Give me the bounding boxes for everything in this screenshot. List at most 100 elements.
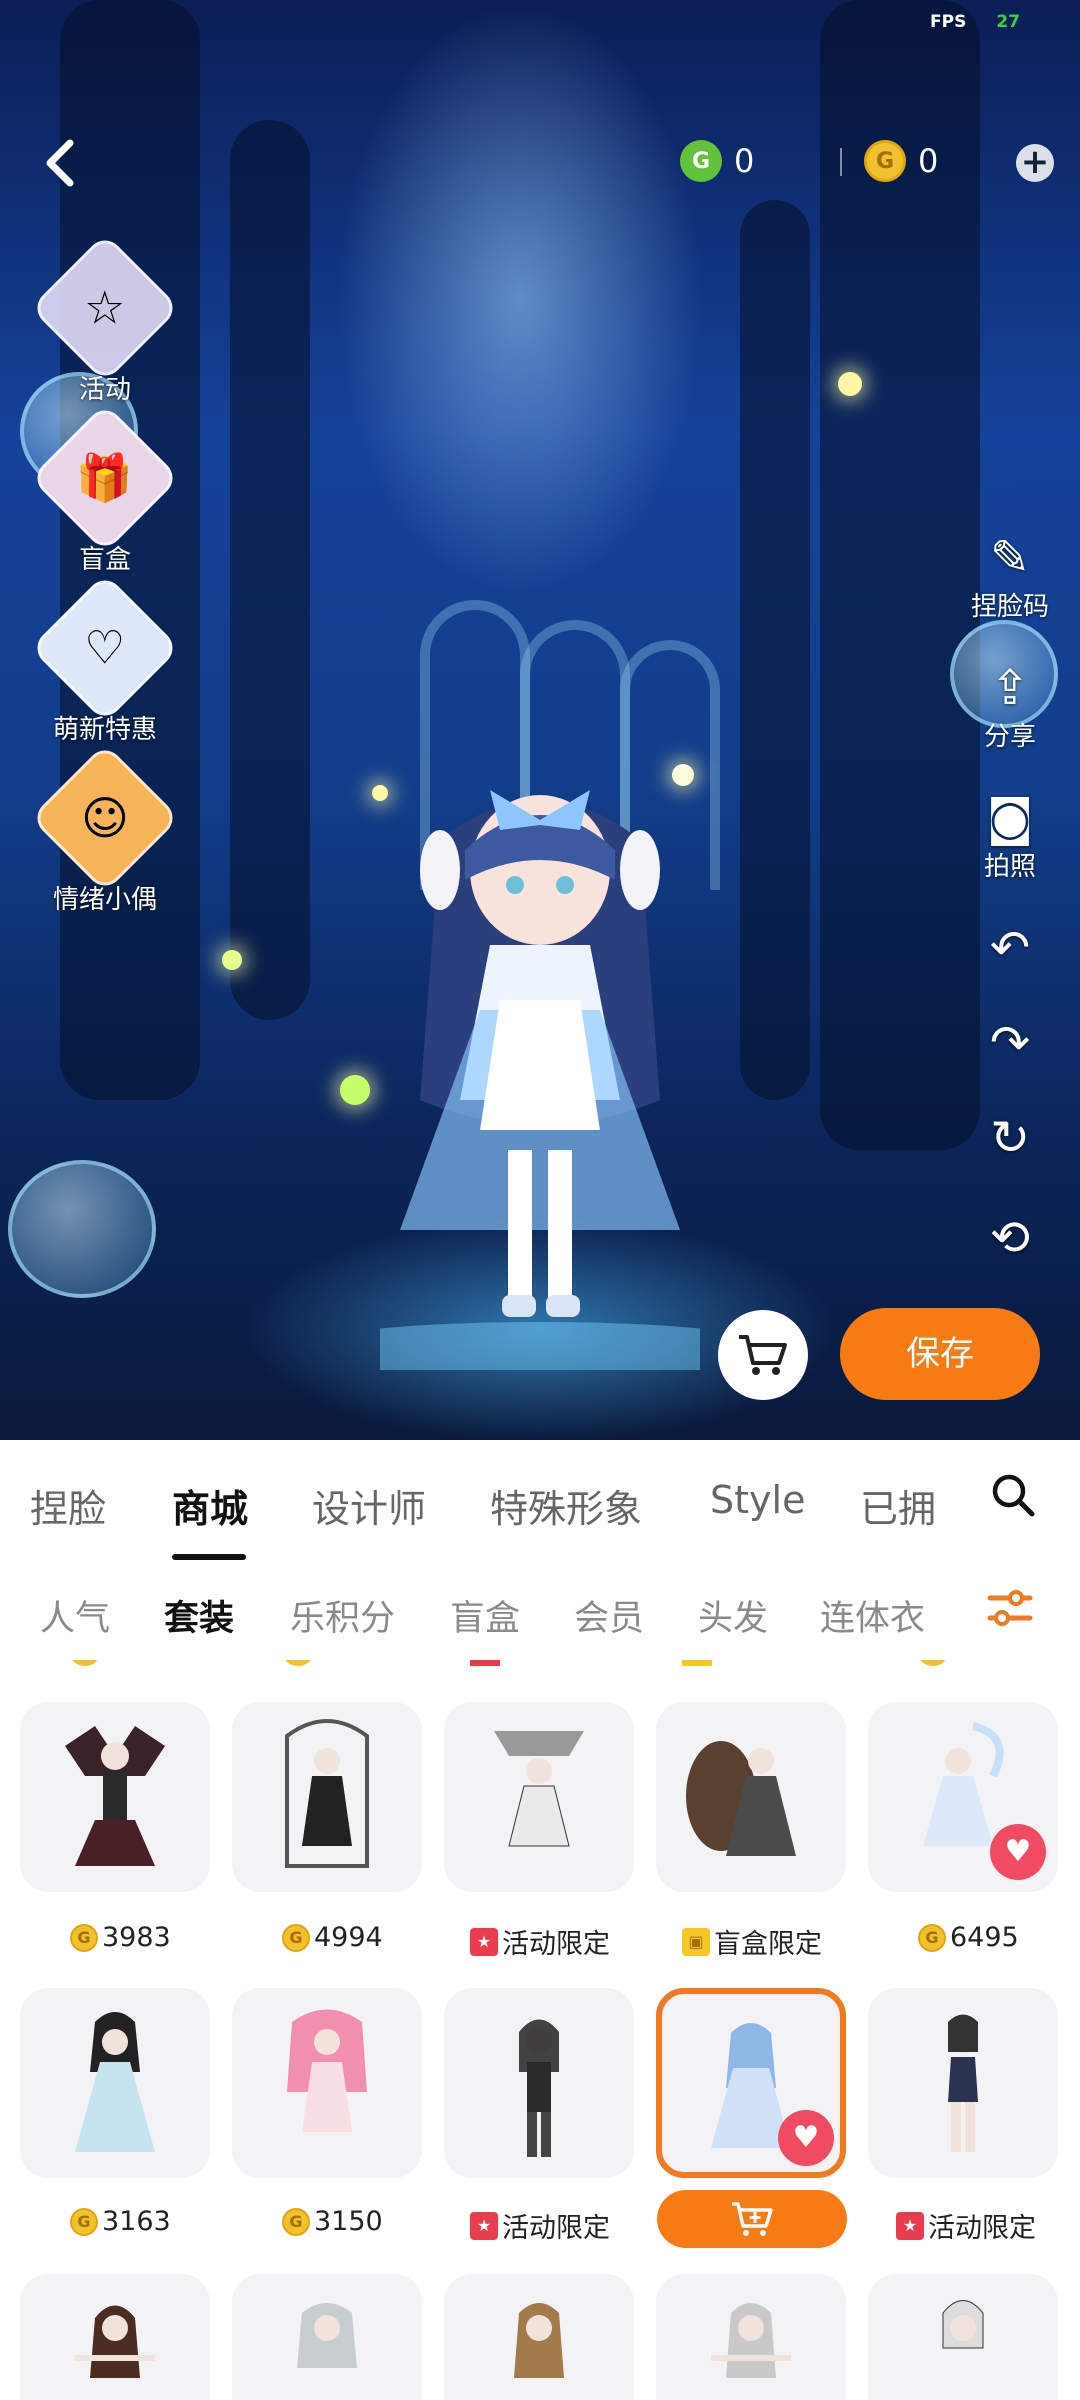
undo-button[interactable]: ↶ [960, 920, 1060, 976]
outfit-figure [494, 1731, 584, 1847]
heart-icon[interactable]: ♥ [778, 2110, 834, 2166]
tab-designer[interactable]: 设计师 [312, 1478, 426, 1533]
item-card[interactable] [20, 2274, 210, 2400]
save-button[interactable]: 保存 [840, 1308, 1040, 1400]
filter-icon[interactable] [986, 1584, 1034, 1632]
price-value: 盲盒限定 [714, 1929, 822, 1960]
gold-coin-icon: G [70, 1923, 98, 1952]
price-value: 活动限定 [928, 2213, 1036, 2244]
item-card[interactable] [656, 1702, 846, 1892]
item-card[interactable] [656, 2274, 846, 2400]
reset-button[interactable]: ⟲ [960, 1210, 1060, 1266]
outfit-figure [948, 2014, 978, 2152]
gold-coin-icon: G [70, 2207, 98, 2236]
subtab-popular[interactable]: 人气 [40, 1590, 110, 1641]
price-value: 4994 [314, 1922, 383, 1953]
item-card-selected[interactable]: ♥ [656, 1988, 846, 2178]
star-badge-icon: ☆ [30, 233, 180, 383]
add-to-cart-button[interactable] [657, 2190, 847, 2248]
outfit-figure [711, 2303, 791, 2378]
menu-newbie-deal[interactable]: ♡ 萌新特惠 [30, 573, 180, 746]
item-card[interactable] [444, 1702, 634, 1892]
blindbox-tag-icon: ▣ [682, 1927, 710, 1956]
item-card[interactable]: ♥ [868, 1702, 1058, 1892]
gift-box-icon: 🎁 [30, 403, 180, 553]
item-price: G 3983 [70, 1922, 171, 1953]
item-price: G 3150 [282, 2206, 383, 2237]
face-code-icon: ✎ [989, 530, 1031, 586]
price-value: 3163 [102, 2206, 171, 2237]
item-price: G 3163 [70, 2206, 171, 2237]
outfit-figure [519, 2019, 559, 2157]
price-value: 3150 [314, 2206, 383, 2237]
share-button[interactable]: ⇪ 分享 [960, 660, 1060, 753]
green-currency-amount: 0 [734, 142, 755, 180]
event-tag-icon: ★ [470, 2211, 498, 2240]
event-tag-icon: ★ [470, 1927, 498, 1956]
chevron-left-icon[interactable] [40, 138, 80, 188]
item-price: ▣ 盲盒限定 [682, 1922, 822, 1961]
item-card[interactable] [444, 1988, 634, 2178]
item-card[interactable] [868, 1988, 1058, 2178]
green-currency[interactable]: G 0 [680, 140, 754, 182]
subtab-blindbox[interactable]: 盲盒 [450, 1590, 520, 1641]
menu-emotion-doll[interactable]: ☺ 情绪小偶 [30, 743, 180, 916]
fps-value: 27 [996, 12, 1020, 32]
search-icon[interactable] [990, 1472, 1036, 1518]
gold-coin-icon: G [864, 140, 906, 182]
item-card[interactable] [20, 1702, 210, 1892]
sub-tab-bar: 人气 套装 乐积分 盲盒 会员 头发 连体衣 [0, 1560, 1080, 1660]
tab-owned[interactable]: 已拥 [860, 1478, 950, 1533]
tab-mall[interactable]: 商城 [172, 1478, 248, 1533]
add-currency-button[interactable]: + [1016, 144, 1054, 182]
cart-icon [739, 1335, 787, 1375]
item-card[interactable] [868, 2274, 1058, 2400]
item-price: G 4994 [282, 1922, 383, 1953]
cart-plus-icon [732, 2202, 773, 2236]
heart-icon[interactable]: ♥ [990, 1824, 1046, 1880]
item-card[interactable] [444, 2274, 634, 2400]
item-card[interactable] [232, 1702, 422, 1892]
item-price: ★ 活动限定 [470, 1922, 610, 1961]
menu-activity[interactable]: ☆ 活动 [30, 233, 180, 406]
tab-face[interactable]: 捏脸 [30, 1478, 106, 1533]
main-tab-bar: 捏脸 商城 设计师 特殊形象 Style 已拥 [0, 1440, 1080, 1561]
gold-coin-icon: G [282, 1923, 310, 1952]
camera-button[interactable]: ◙ 拍照 [960, 790, 1060, 883]
tab-style[interactable]: Style [710, 1478, 805, 1522]
item-card[interactable] [20, 1988, 210, 2178]
outfit-figure [514, 2303, 564, 2378]
reset-icon: ⟲ [989, 1210, 1031, 1266]
face-code-button[interactable]: ✎ 捏脸码 [960, 530, 1060, 623]
item-card[interactable] [232, 2274, 422, 2400]
price-value: 6495 [950, 1922, 1019, 1953]
tab-special-image[interactable]: 特殊形象 [490, 1478, 642, 1533]
price-value: 3983 [102, 1922, 171, 1953]
menu-blindbox[interactable]: 🎁 盲盒 [30, 403, 180, 576]
outfit-figure [686, 1741, 796, 1856]
subtab-outfit-set[interactable]: 套装 [164, 1590, 234, 1641]
event-tag-icon: ★ [896, 2211, 924, 2240]
item-card[interactable] [232, 1988, 422, 2178]
gold-coin-icon: G [918, 1923, 946, 1952]
subtab-jumpsuit[interactable]: 连体衣 [820, 1590, 925, 1641]
subtab-member[interactable]: 会员 [574, 1590, 644, 1641]
camera-icon: ◙ [986, 790, 1034, 846]
rotate-button[interactable]: ↻ [960, 1110, 1060, 1166]
share-label: 分享 [983, 722, 1036, 752]
rotate-icon: ↻ [989, 1110, 1031, 1166]
fps-counter: FPS 27 [930, 12, 1020, 32]
item-price: ★ 活动限定 [896, 2206, 1036, 2245]
redo-button[interactable]: ↷ [960, 1015, 1060, 1071]
shopping-cart-button[interactable] [718, 1310, 808, 1400]
avatar-character[interactable] [380, 770, 700, 1370]
subtab-hair[interactable]: 头发 [698, 1590, 768, 1641]
gold-currency[interactable]: G 0 [864, 140, 938, 182]
green-coin-icon: G [680, 140, 722, 182]
share-icon: ⇪ [989, 660, 1031, 716]
outfit-figure [75, 2012, 155, 2152]
price-value: 活动限定 [502, 1929, 610, 1960]
subtab-points[interactable]: 乐积分 [290, 1590, 395, 1641]
outfit-figure [285, 1719, 369, 1868]
item-grid: ♥ G 3983 G 4994 ★ 活动限定 ▣ 盲盒限定 G 6495 ♥ G… [0, 1660, 1080, 2400]
